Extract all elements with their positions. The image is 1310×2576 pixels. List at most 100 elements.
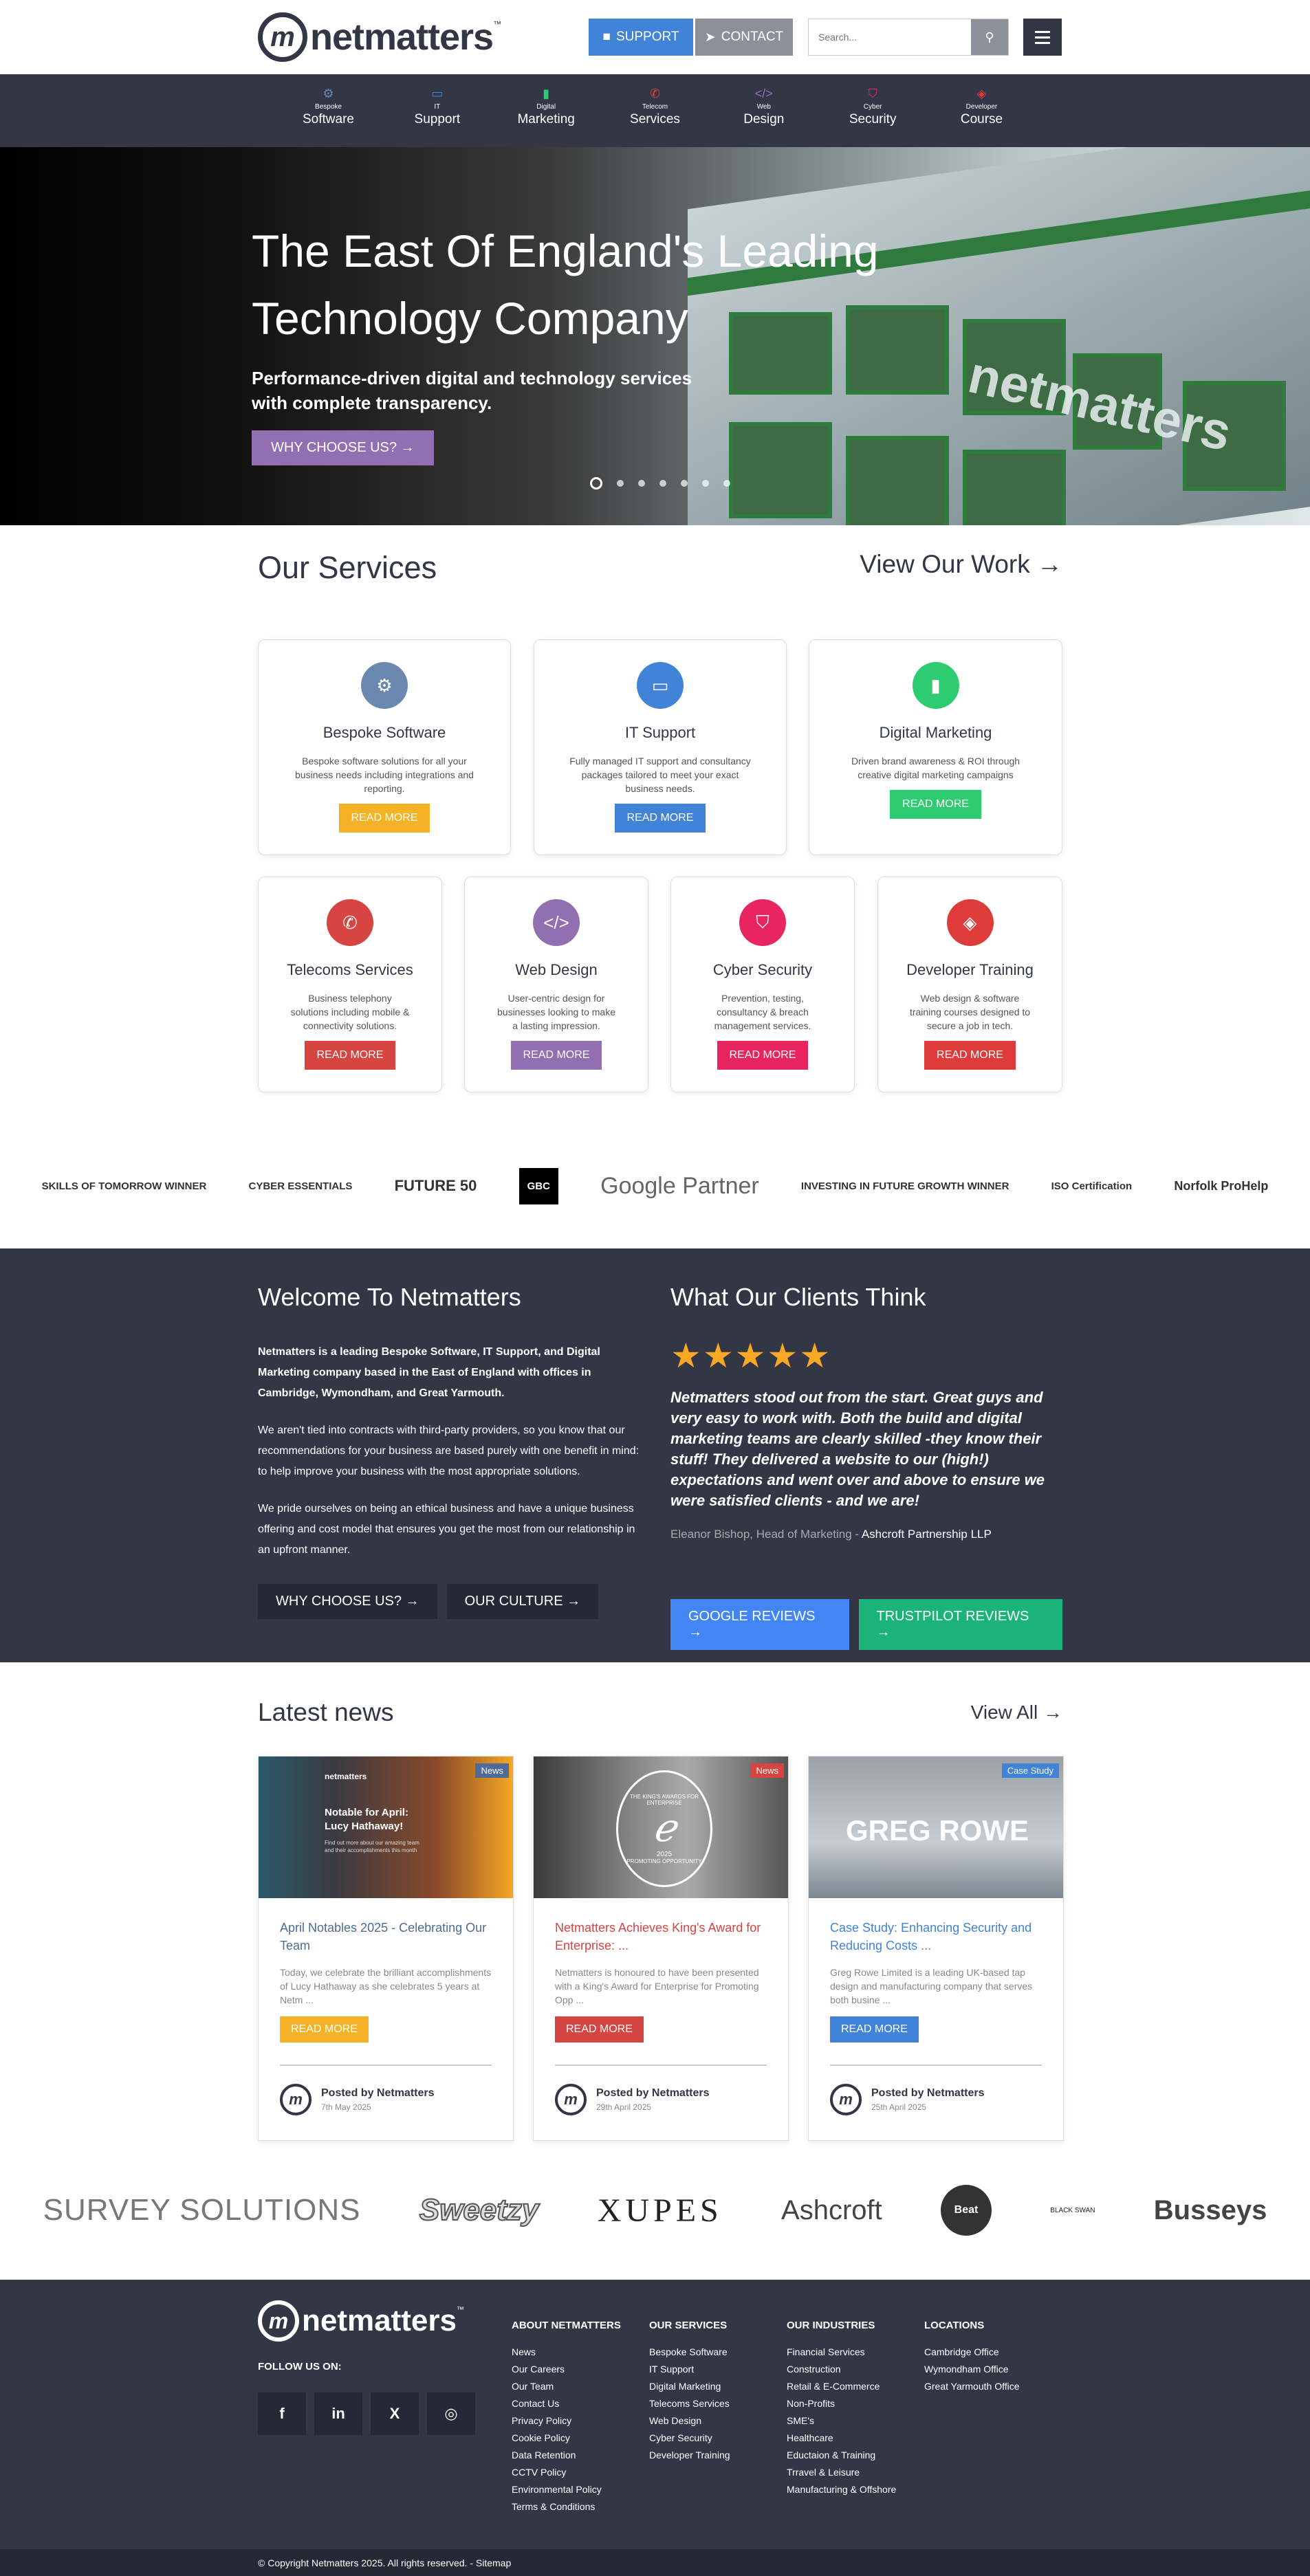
footer-link[interactable]: SME's <box>787 2412 896 2430</box>
support-button[interactable]: ■ SUPPORT <box>589 19 693 56</box>
bar-chart-icon: ▮ <box>912 662 959 709</box>
news-card-footer: m Posted by Netmatters 25th April 2025 <box>830 2065 1042 2115</box>
news-card-body: Case Study: Enhancing Security and Reduc… <box>809 1898 1063 2043</box>
news-card[interactable]: netmatters Notable for April: Lucy Hathaw… <box>258 1756 514 2141</box>
read-more-button[interactable]: READ MORE <box>304 1041 396 1070</box>
footer-link[interactable]: Developer Training <box>649 2447 730 2464</box>
carousel-dot[interactable] <box>702 480 709 487</box>
nav-item-label: Marketing <box>517 112 575 126</box>
footer-link[interactable]: Data Retention <box>512 2447 621 2464</box>
service-card-cyber-security[interactable]: ⛉ Cyber Security Prevention, testing, cons… <box>670 877 855 1092</box>
news-header: Latest news View All → <box>258 1698 1062 1727</box>
read-more-button[interactable]: READ MORE <box>614 804 706 833</box>
code-icon: </> <box>533 899 580 946</box>
carousel-dot[interactable] <box>723 480 730 487</box>
social-links: f in X ◎ <box>258 2392 475 2435</box>
nav-item-software[interactable]: ⚙ Bespoke Software <box>281 87 377 127</box>
footer-link[interactable]: Web Design <box>649 2412 730 2430</box>
testimonial-column: What Our Clients Think ★★★★★ Netmatters … <box>670 1283 1062 1650</box>
service-card-web-design[interactable]: </> Web Design User-centric design for bus… <box>464 877 648 1092</box>
client-logo: BLACK SWAN <box>1050 2206 1095 2214</box>
read-more-button[interactable]: READ MORE <box>510 1041 602 1070</box>
read-more-button[interactable]: READ MORE <box>924 1041 1016 1070</box>
nav-item-services[interactable]: ✆ Telecom Services <box>607 87 703 127</box>
nav-item-support[interactable]: ▭ IT Support <box>389 87 485 127</box>
nav-item-marketing[interactable]: ▮ Digital Marketing <box>498 87 594 127</box>
footer-link[interactable]: Manufacturing & Offshore <box>787 2481 896 2498</box>
footer-link[interactable]: Wymondham Office <box>924 2361 1020 2378</box>
read-more-button[interactable]: READ MORE <box>890 790 981 819</box>
carousel-dot[interactable] <box>638 480 645 487</box>
service-card-bespoke-software[interactable]: ⚙ Bespoke Software Bespoke software soluti… <box>258 639 511 855</box>
client-logo: Ashcroft <box>781 2194 882 2225</box>
footer-link[interactable]: Retail & E-Commerce <box>787 2378 896 2395</box>
footer-link[interactable]: Terms & Conditions <box>512 2498 621 2516</box>
search-button[interactable]: ⚲ <box>971 19 1008 55</box>
read-more-button[interactable]: READ MORE <box>830 2016 919 2043</box>
footer-link[interactable]: News <box>512 2344 621 2361</box>
read-more-button[interactable]: READ MORE <box>555 2016 644 2043</box>
welcome-section: Welcome To Netmatters Netmatters is a le… <box>0 1248 1310 1662</box>
nav-item-design[interactable]: </> Web Design <box>716 87 812 127</box>
footer-link[interactable]: Our Careers <box>512 2361 621 2378</box>
footer-link[interactable]: Our Team <box>512 2378 621 2395</box>
footer-link[interactable]: IT Support <box>649 2361 730 2378</box>
our-culture-button[interactable]: OUR CULTURE → <box>446 1584 599 1619</box>
news-title[interactable]: Case Study: Enhancing Security and Reduc… <box>830 1919 1042 1955</box>
author-avatar: m <box>555 2084 587 2115</box>
news-title[interactable]: April Notables 2025 - Celebrating Our Te… <box>280 1919 492 1955</box>
footer-link[interactable]: Trravel & Leisure <box>787 2464 896 2481</box>
service-card-developer-training[interactable]: ◈ Developer Training Web design & software… <box>877 877 1062 1092</box>
read-more-button[interactable]: READ MORE <box>717 1041 809 1070</box>
carousel-dot[interactable] <box>681 480 688 487</box>
google-reviews-button[interactable]: GOOGLE REVIEWS → <box>670 1599 849 1650</box>
carousel-dot-active[interactable] <box>590 477 602 489</box>
site-logo[interactable]: m netmatters ™ <box>258 12 501 62</box>
footer-link[interactable]: Financial Services <box>787 2344 896 2361</box>
footer-link[interactable]: Cambridge Office <box>924 2344 1020 2361</box>
carousel-dot[interactable] <box>617 480 624 487</box>
welcome-heading: Welcome To Netmatters <box>258 1283 521 1311</box>
instagram-icon[interactable]: ◎ <box>427 2392 475 2435</box>
footer-link[interactable]: Cyber Security <box>649 2430 730 2447</box>
footer-link[interactable]: Great Yarmouth Office <box>924 2378 1020 2395</box>
footer-logo[interactable]: m netmatters ™ <box>258 2300 464 2342</box>
nav-item-security[interactable]: ⛉ Cyber Security <box>825 87 921 127</box>
footer-link[interactable]: Environmental Policy <box>512 2481 621 2498</box>
footer-link[interactable]: Bespoke Software <box>649 2344 730 2361</box>
footer-link[interactable]: Healthcare <box>787 2430 896 2447</box>
footer-link[interactable]: Non-Profits <box>787 2395 896 2412</box>
service-card-digital-marketing[interactable]: ▮ Digital Marketing Driven brand awareness… <box>809 639 1062 855</box>
menu-button[interactable] <box>1023 19 1062 56</box>
contact-button[interactable]: ➤ CONTACT <box>695 19 793 56</box>
footer-link[interactable]: Telecoms Services <box>649 2395 730 2412</box>
read-more-button[interactable]: READ MORE <box>280 2016 369 2043</box>
x-twitter-icon[interactable]: X <box>371 2392 419 2435</box>
footer-link[interactable]: Digital Marketing <box>649 2378 730 2395</box>
news-card[interactable]: GREG ROWE Case Study Case Study: Enhancing… <box>808 1756 1064 2141</box>
copyright-text[interactable]: © Copyright Netmatters 2025. All rights … <box>258 2557 511 2568</box>
footer-link[interactable]: Construction <box>787 2361 896 2378</box>
view-our-work-link[interactable]: View Our Work → <box>860 550 1062 586</box>
why-choose-us-button[interactable]: WHY CHOOSE US? → <box>252 430 434 465</box>
news-card-body: April Notables 2025 - Celebrating Our Te… <box>259 1898 513 2043</box>
news-title[interactable]: Netmatters Achieves King's Award for Ent… <box>555 1919 767 1955</box>
footer-link[interactable]: Cookie Policy <box>512 2430 621 2447</box>
footer-link[interactable]: Privacy Policy <box>512 2412 621 2430</box>
service-card-telecoms-services[interactable]: ✆ Telecoms Services Business telephony sol… <box>258 877 442 1092</box>
service-card-it-support[interactable]: ▭ IT Support Fully managed IT support and … <box>534 639 787 855</box>
carousel-dot[interactable] <box>659 480 666 487</box>
testimonial-quote: Netmatters stood out from the start. Gre… <box>670 1389 1045 1509</box>
footer-link[interactable]: Contact Us <box>512 2395 621 2412</box>
footer-link[interactable]: Eductaion & Training <box>787 2447 896 2464</box>
trustpilot-reviews-button[interactable]: TRUSTPILOT REVIEWS → <box>858 1599 1062 1650</box>
news-card[interactable]: THE KING'S AWARDS FOR ENTERPRISE ℯ 2025 PRO… <box>533 1756 789 2141</box>
linkedin-icon[interactable]: in <box>314 2392 362 2435</box>
view-all-news-link[interactable]: View All → <box>971 1702 1062 1724</box>
nav-item-course[interactable]: ◈ Developer Course <box>933 87 1029 127</box>
read-more-button[interactable]: READ MORE <box>338 804 430 833</box>
search-input[interactable] <box>809 19 971 55</box>
why-choose-us-button[interactable]: WHY CHOOSE US? → <box>258 1584 437 1619</box>
footer-link[interactable]: CCTV Policy <box>512 2464 621 2481</box>
facebook-icon[interactable]: f <box>258 2392 306 2435</box>
